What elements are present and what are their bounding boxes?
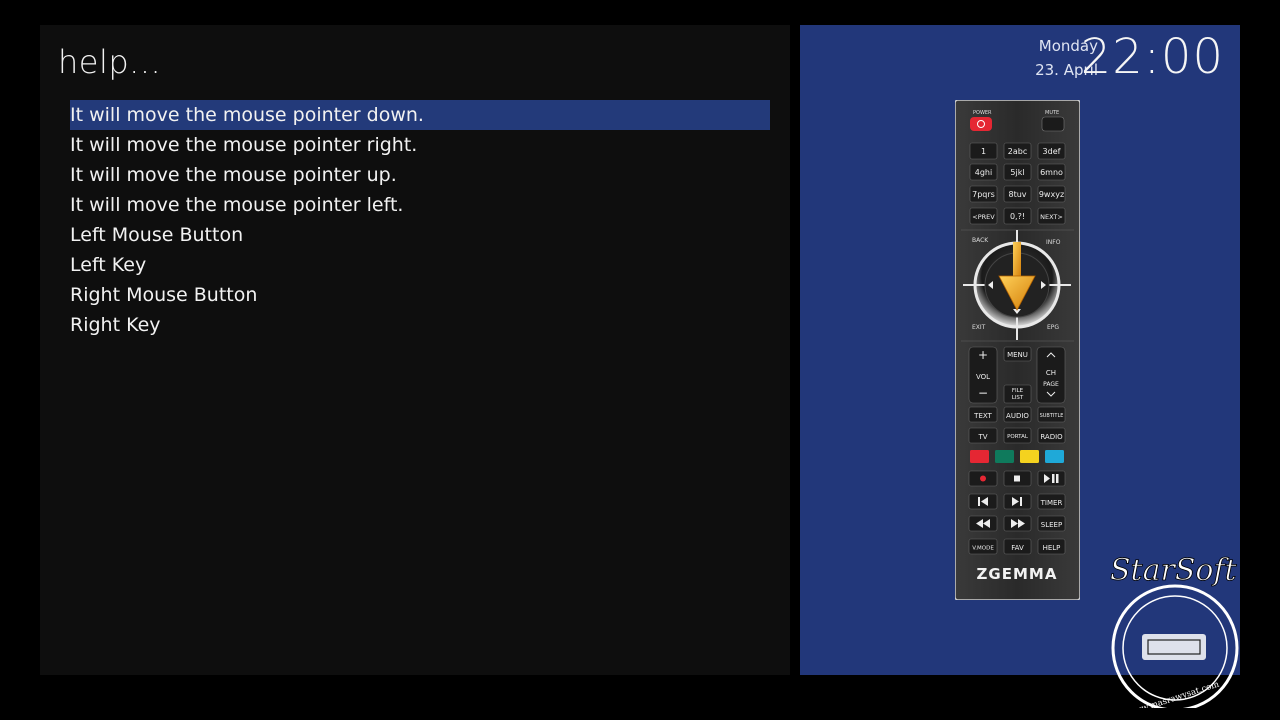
starsoft-watermark-logo: StarSoft www.masrawysat.com — [1110, 553, 1239, 708]
page-title: help... — [58, 43, 162, 81]
remote-tv-label: TV — [977, 433, 987, 441]
remote-list-label: LIST — [1012, 395, 1024, 401]
remote-key-5: 5jkl — [1010, 168, 1024, 177]
remote-sleep-label: SLEEP — [1041, 521, 1062, 529]
remote-info-label: INFO — [1046, 239, 1061, 246]
svg-text:−: − — [978, 386, 988, 400]
record-icon — [980, 475, 986, 482]
remote-red-key — [970, 450, 989, 463]
remote-mute-button — [1041, 116, 1065, 132]
remote-audio-label: AUDIO — [1006, 412, 1029, 420]
help-item-pointer-left[interactable]: It will move the mouse pointer left. — [70, 190, 770, 220]
help-item-pointer-down[interactable]: It will move the mouse pointer down. — [70, 100, 770, 130]
help-item-left-key[interactable]: Left Key — [70, 250, 770, 280]
svg-text:+: + — [978, 348, 988, 362]
help-item-pointer-right[interactable]: It will move the mouse pointer right. — [70, 130, 770, 160]
remote-yellow-key — [1020, 450, 1039, 463]
remote-key-9: 9wxyz — [1039, 190, 1064, 199]
remote-timer-label: TIMER — [1040, 499, 1063, 507]
remote-key-4: 4ghi — [975, 168, 992, 177]
remote-portal-label: PORTAL — [1007, 434, 1029, 440]
remote-text-label: TEXT — [973, 412, 992, 420]
remote-key-3: 3def — [1043, 147, 1061, 156]
help-panel: help... It will move the mouse pointer d… — [40, 25, 790, 675]
remote-green-key — [995, 450, 1014, 463]
remote-mute-label: MUTE — [1045, 110, 1059, 116]
remote-control-image: POWER MUTE 1 2abc 3def 4ghi 5jkl 6mno 7p… — [955, 100, 1080, 600]
remote-brand-logo: ZGEMMA — [977, 565, 1058, 583]
remote-menu-label: MENU — [1007, 351, 1028, 359]
help-list: It will move the mouse pointer down. It … — [70, 100, 770, 340]
stop-icon — [1014, 475, 1020, 482]
clock-time: 22:00 — [1080, 29, 1224, 85]
remote-power-button — [970, 117, 992, 131]
help-item-right-key[interactable]: Right Key — [70, 310, 770, 340]
remote-power-label: POWER — [973, 110, 992, 116]
remote-back-label: BACK — [972, 237, 989, 244]
remote-fav-label: FAV — [1011, 544, 1024, 552]
remote-file-label: FILE — [1012, 388, 1024, 394]
remote-help-label: HELP — [1043, 544, 1061, 552]
remote-key-1: 1 — [981, 147, 986, 156]
remote-key-8: 8tuv — [1008, 190, 1026, 199]
remote-page-label: PAGE — [1043, 381, 1059, 388]
remote-key-2: 2abc — [1008, 147, 1027, 156]
remote-subtitle-label: SUBTITLE — [1040, 413, 1064, 419]
help-item-left-mouse-button[interactable]: Left Mouse Button — [70, 220, 770, 250]
remote-vol-label: VOL — [976, 373, 990, 381]
watermark-url-text: www.masrawysat.com — [1126, 680, 1220, 708]
remote-ch-label: CH — [1046, 369, 1056, 377]
remote-blue-key — [1045, 450, 1064, 463]
remote-key-prev: <PREV — [972, 213, 995, 221]
watermark-brand-text: StarSoft — [1110, 553, 1238, 588]
remote-key-next: NEXT> — [1040, 213, 1063, 221]
remote-epg-label: EPG — [1047, 324, 1059, 331]
remote-exit-label: EXIT — [972, 324, 986, 331]
remote-key-0: 0,?! — [1010, 212, 1025, 221]
remote-vmode-label: V.MODE — [972, 546, 994, 552]
remote-key-6: 6mno — [1040, 168, 1063, 177]
help-item-right-mouse-button[interactable]: Right Mouse Button — [70, 280, 770, 310]
remote-radio-label: RADIO — [1040, 433, 1063, 441]
help-item-pointer-up[interactable]: It will move the mouse pointer up. — [70, 160, 770, 190]
remote-key-7: 7pqrs — [972, 190, 995, 199]
